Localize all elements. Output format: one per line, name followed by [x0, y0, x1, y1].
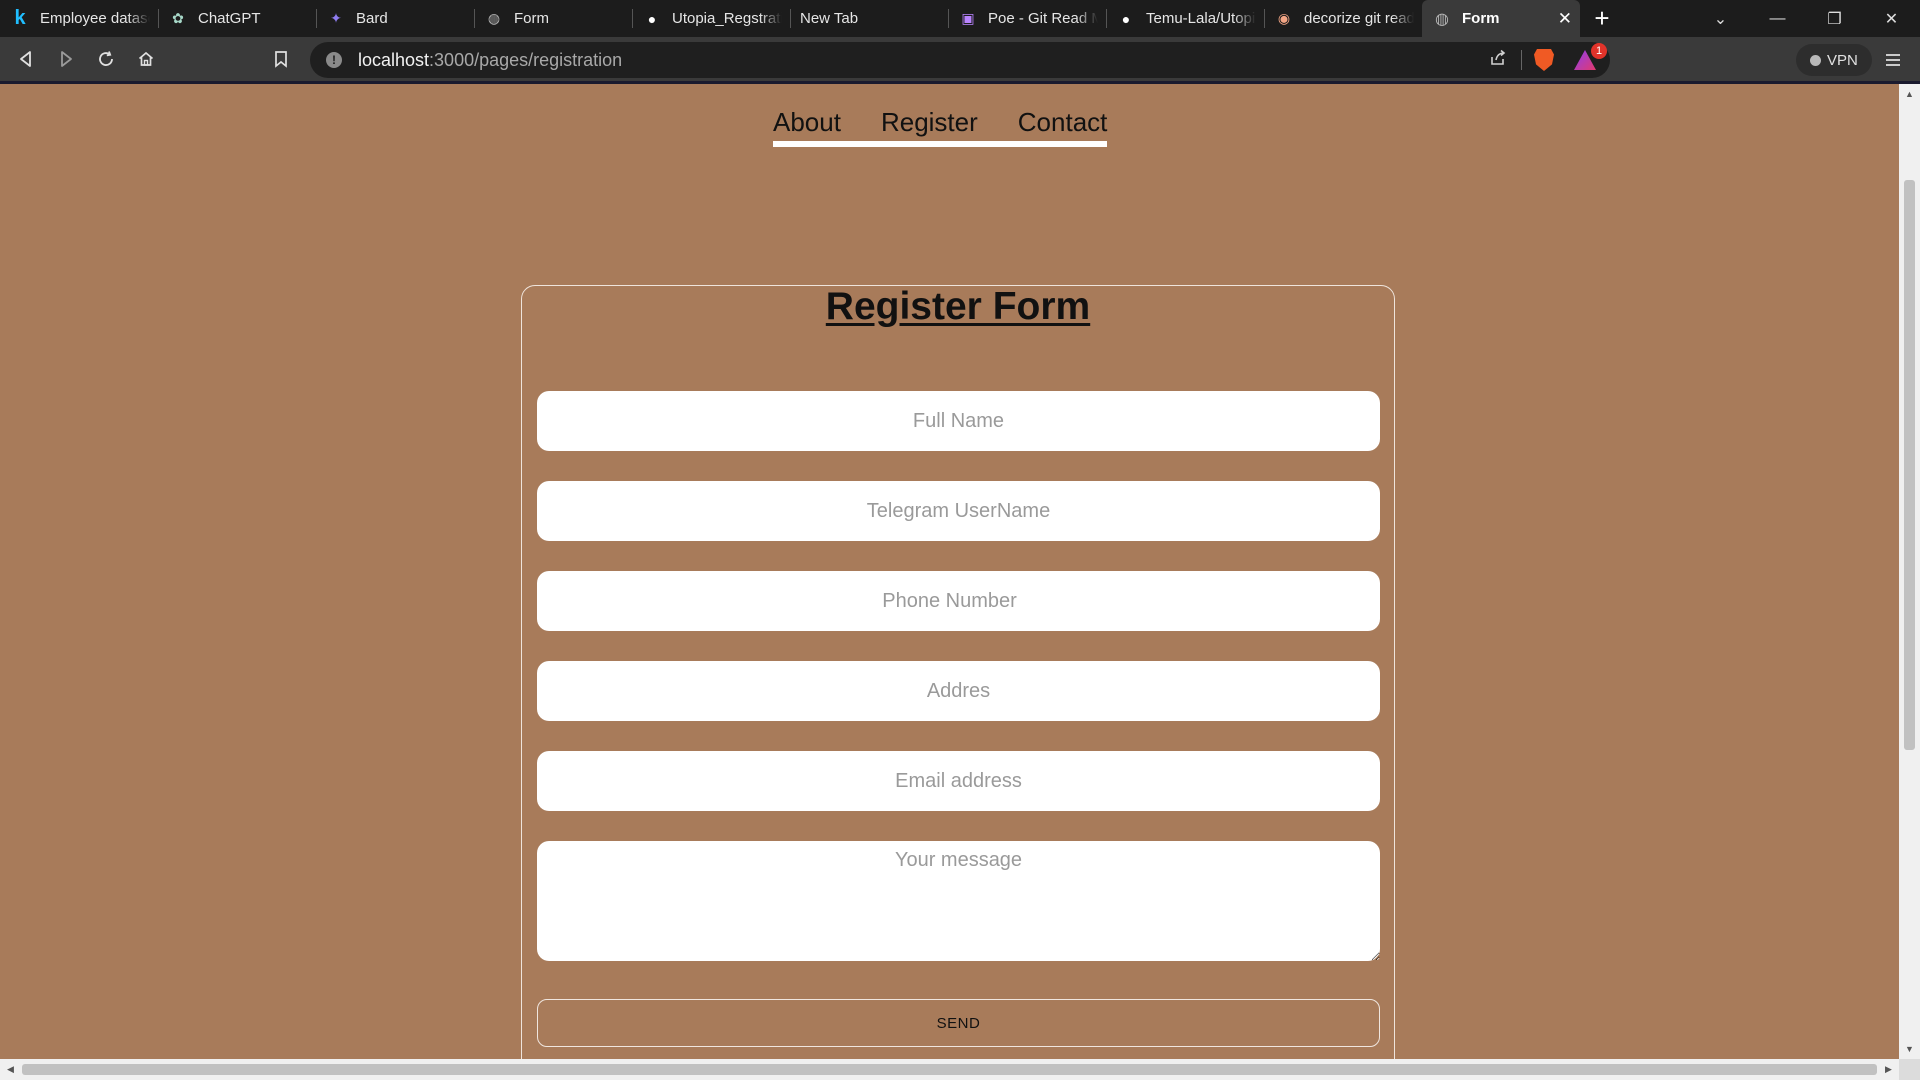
address-bar[interactable]: ! localhost:3000/pages/registration 1	[310, 42, 1610, 78]
browser-tab-strip: k Employee datase ✿ ChatGPT ✦ Bard ◍ Form ● Utopi…	[0, 0, 1920, 37]
form-title: Register Form	[825, 285, 1091, 328]
tab-active-form[interactable]: ◍ Form ✕	[1422, 0, 1580, 37]
send-button[interactable]: SEND	[537, 999, 1380, 1047]
globe-icon: ◍	[1435, 10, 1449, 28]
restore-button[interactable]: ❐	[1806, 0, 1863, 37]
kaggle-icon: k	[14, 7, 26, 29]
bookmark-icon	[275, 51, 287, 68]
nav-link-about[interactable]: About	[773, 107, 841, 138]
close-tab-icon[interactable]: ✕	[1558, 9, 1572, 29]
bookmark-button[interactable]	[261, 39, 301, 79]
reload-icon	[99, 51, 113, 66]
address-bar-divider	[1521, 50, 1522, 70]
tab-label: Employee datase	[40, 10, 150, 27]
tab-label: Form	[514, 10, 549, 27]
back-arrow-icon	[20, 51, 31, 67]
tab-label: Form	[1462, 10, 1500, 27]
tab-label: ChatGPT	[198, 10, 261, 27]
github-icon: ●	[647, 10, 657, 27]
scroll-up-arrow-icon[interactable]: ▲	[1899, 84, 1920, 104]
minimize-button[interactable]: —	[1749, 0, 1806, 37]
forward-arrow-icon	[61, 51, 72, 67]
telegram-username-input[interactable]	[537, 481, 1380, 541]
horizontal-scrollbar[interactable]: ◀ ▶	[0, 1059, 1899, 1080]
forward-button[interactable]	[46, 39, 86, 79]
scrollbar-corner	[1899, 1059, 1920, 1080]
rewards-badge: 1	[1591, 43, 1607, 59]
chatgpt-icon: ✿	[172, 10, 184, 26]
vpn-button[interactable]: VPN	[1796, 44, 1872, 76]
menu-button[interactable]	[1876, 43, 1910, 77]
poe-icon: ▣	[961, 10, 975, 26]
home-icon	[138, 51, 154, 66]
reload-button[interactable]	[86, 39, 126, 79]
new-tab-button[interactable]: +	[1580, 0, 1624, 37]
share-icon[interactable]	[1489, 49, 1507, 72]
browser-tab[interactable]: ◉ decorize git read	[1264, 0, 1422, 37]
back-button[interactable]	[6, 39, 46, 79]
page-navigation: About Register Contact	[773, 107, 1108, 147]
hamburger-menu-icon	[1886, 54, 1900, 66]
phone-number-input[interactable]	[537, 571, 1380, 631]
browser-tab[interactable]: New Tab	[790, 0, 948, 37]
browser-tab[interactable]: ● Temu-Lala/Utopi	[1106, 0, 1264, 37]
tab-label: decorize git read	[1304, 10, 1414, 27]
url-host: localhost	[358, 49, 430, 70]
tab-label: Poe - Git Read M	[988, 10, 1098, 27]
register-form-card: Register Form SEND	[521, 285, 1395, 1080]
bard-sparkle-icon: ✦	[330, 10, 342, 26]
tab-label: Utopia_Regstratio	[672, 10, 782, 27]
form-title-wrapper: Register Form	[522, 285, 1394, 328]
browser-tab[interactable]: ◍ Form	[474, 0, 632, 37]
tab-label: New Tab	[800, 10, 859, 27]
scroll-down-arrow-icon[interactable]: ▼	[1899, 1039, 1920, 1059]
tabs-container: k Employee datase ✿ ChatGPT ✦ Bard ◍ Form ● Utopi…	[0, 0, 1422, 37]
browser-tab[interactable]: ▣ Poe - Git Read M	[948, 0, 1106, 37]
tab-search-chevron-icon[interactable]: ⌄	[1692, 0, 1749, 37]
tab-label: Temu-Lala/Utopi	[1146, 10, 1256, 27]
browser-toolbar: ! localhost:3000/pages/registration 1 VP…	[0, 37, 1920, 84]
browser-tab[interactable]: ✦ Bard	[316, 0, 474, 37]
window-controls: ⌄ — ❐ ✕	[1692, 0, 1920, 37]
full-name-input[interactable]	[537, 391, 1380, 451]
browser-tab[interactable]: k Employee datase	[0, 0, 158, 37]
address-input[interactable]	[537, 661, 1380, 721]
site-info-icon[interactable]: !	[326, 52, 342, 68]
nav-link-register[interactable]: Register	[881, 107, 978, 138]
home-button[interactable]	[126, 39, 166, 79]
tab-label: Bard	[356, 10, 388, 27]
vertical-scroll-thumb[interactable]	[1904, 180, 1915, 750]
close-window-button[interactable]: ✕	[1863, 0, 1920, 37]
address-bar-actions: 1	[1489, 42, 1610, 78]
vertical-scrollbar[interactable]: ▲ ▼	[1899, 84, 1920, 1059]
vpn-status-icon	[1810, 54, 1821, 66]
message-textarea[interactable]	[537, 841, 1380, 961]
vpn-label: VPN	[1827, 51, 1858, 69]
scroll-right-arrow-icon[interactable]: ▶	[1878, 1059, 1899, 1080]
scroll-left-arrow-icon[interactable]: ◀	[0, 1059, 21, 1080]
browser-tab[interactable]: ✿ ChatGPT	[158, 0, 316, 37]
browser-tab[interactable]: ● Utopia_Regstratio	[632, 0, 790, 37]
github-icon: ●	[1121, 10, 1131, 27]
brave-search-icon: ◉	[1277, 10, 1291, 26]
brave-rewards-icon[interactable]: 1	[1574, 43, 1607, 70]
brave-shields-icon[interactable]	[1534, 49, 1554, 71]
email-input[interactable]	[537, 751, 1380, 811]
url-path: :3000/pages/registration	[429, 49, 623, 70]
globe-icon: ◍	[487, 10, 501, 26]
nav-link-contact[interactable]: Contact	[1018, 107, 1108, 138]
horizontal-scroll-thumb[interactable]	[22, 1064, 1877, 1075]
